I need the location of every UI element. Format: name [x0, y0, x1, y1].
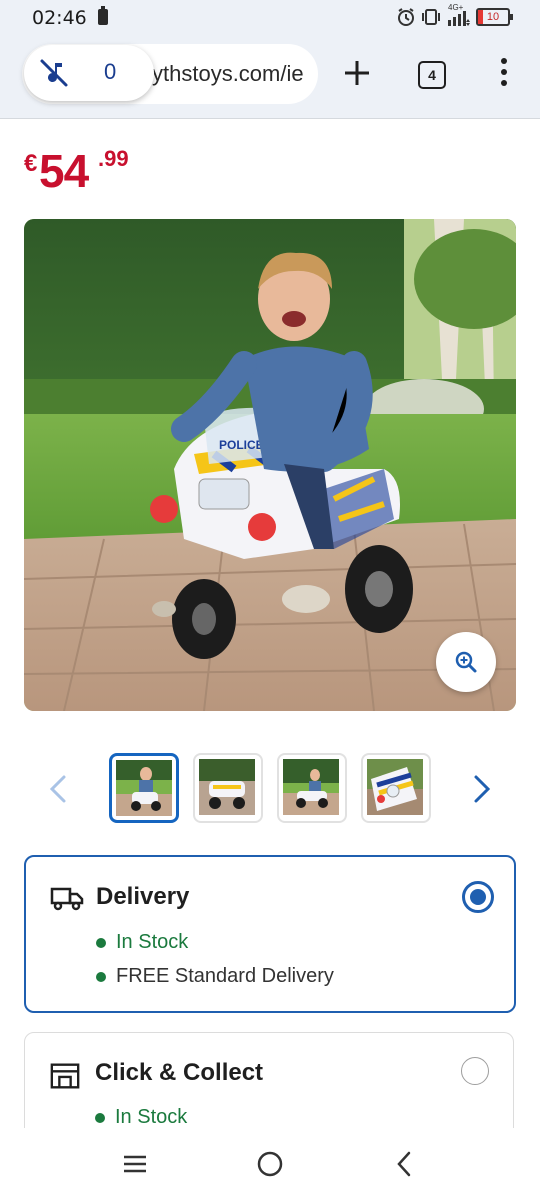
zoom-button[interactable]: [436, 632, 496, 692]
media-mute-pill[interactable]: 0: [24, 45, 154, 101]
delivery-option-card[interactable]: Delivery In Stock FREE Standard Delivery: [24, 855, 516, 1013]
click-collect-stock-text: In Stock: [115, 1106, 188, 1128]
battery-level: 10: [486, 11, 500, 23]
click-collect-radio[interactable]: [461, 1057, 489, 1085]
thumbnail-image: [116, 760, 172, 816]
next-image-icon[interactable]: [466, 772, 496, 806]
price-main: 54: [39, 145, 89, 197]
tab-switcher-button[interactable]: 4: [418, 61, 446, 89]
thumbnail-image: [199, 759, 255, 815]
in-stock-dot-icon: [95, 1112, 105, 1123]
status-bar: 02:46 4G+ 10: [0, 0, 540, 36]
delivery-stock-status: In Stock: [96, 931, 188, 954]
home-icon[interactable]: [255, 1149, 285, 1179]
thumbnail-image: [367, 759, 423, 815]
delivery-note-text: FREE Standard Delivery: [116, 965, 334, 987]
status-time: 02:46: [32, 7, 87, 29]
alarm-icon: [398, 8, 414, 26]
delivery-note: FREE Standard Delivery: [96, 965, 334, 988]
zoom-in-icon: [455, 651, 477, 673]
price-decimal: .99: [98, 146, 129, 171]
system-navigation-bar: [0, 1128, 540, 1200]
url-text: ythstoys.com/ie: [152, 61, 304, 86]
alert-icon: [98, 6, 108, 25]
vibrate-icon: [422, 9, 440, 25]
delivery-dot-icon: [96, 971, 106, 982]
thumbnail-3[interactable]: [277, 753, 347, 823]
in-stock-dot-icon: [96, 937, 106, 948]
thumbnail-image: [283, 759, 339, 815]
browser-toolbar: ythstoys.com/ie 0 4: [0, 36, 540, 119]
store-icon: [50, 1063, 80, 1089]
new-tab-icon[interactable]: [340, 56, 374, 90]
delivery-stock-text: In Stock: [116, 931, 189, 953]
more-menu-icon[interactable]: [494, 58, 514, 90]
status-icons: 4G+ 10: [396, 3, 513, 28]
click-collect-stock-status: In Stock: [95, 1106, 187, 1129]
police-decal: POLICE: [219, 438, 264, 452]
price-currency: €: [24, 150, 38, 177]
back-icon[interactable]: [393, 1149, 417, 1179]
previous-image-icon[interactable]: [44, 772, 74, 806]
thumbnail-2[interactable]: [193, 753, 263, 823]
delivery-truck-icon: [50, 887, 84, 911]
recent-apps-icon[interactable]: [120, 1152, 150, 1176]
media-count: 0: [104, 59, 117, 84]
battery-icon: 10: [476, 8, 513, 26]
music-muted-icon: [40, 59, 68, 87]
click-collect-title: Click & Collect: [95, 1059, 264, 1086]
delivery-radio[interactable]: [462, 881, 494, 913]
delivery-title: Delivery: [96, 883, 190, 910]
thumbnail-1[interactable]: [109, 753, 179, 823]
thumbnail-4[interactable]: [361, 753, 431, 823]
signal-icon: 4G+: [446, 3, 472, 27]
